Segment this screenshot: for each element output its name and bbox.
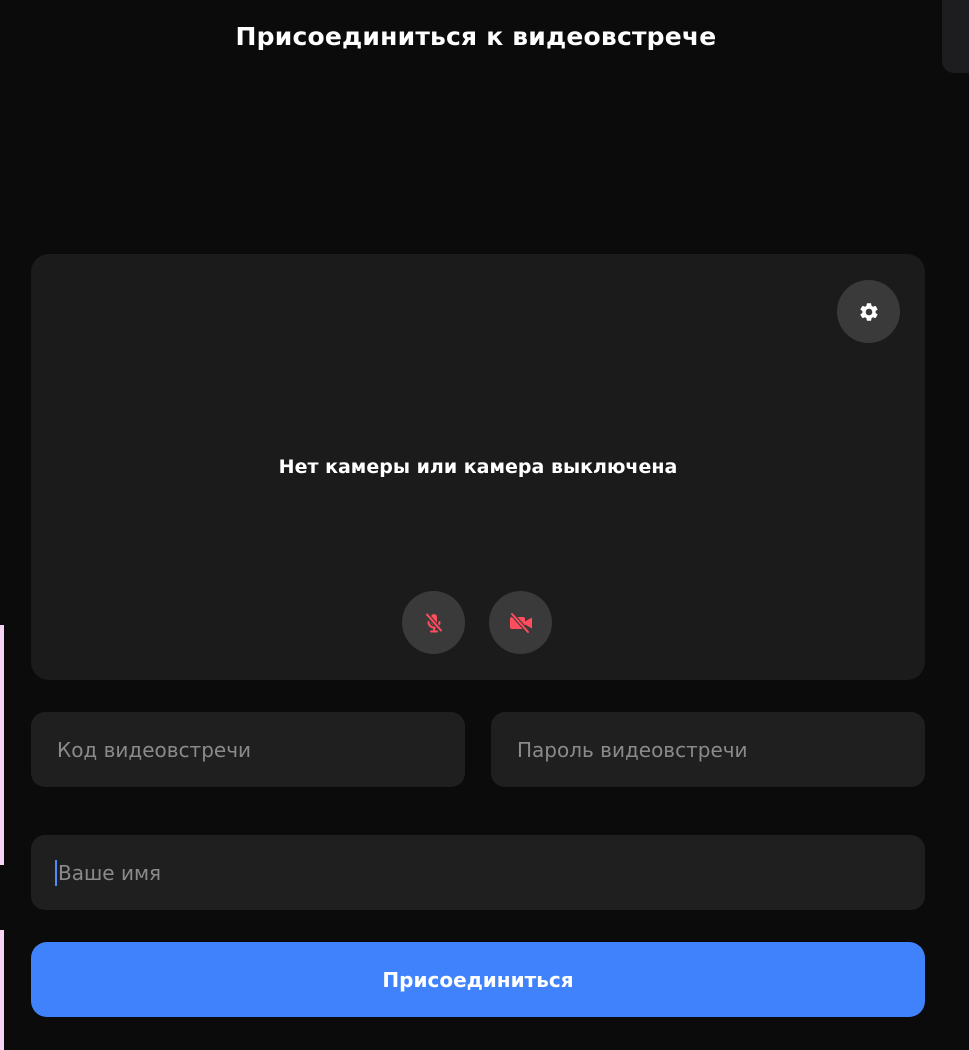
mic-off-icon xyxy=(424,612,443,632)
join-meeting-page: Присоединиться к видеовстрече Нет камеры… xyxy=(0,0,969,1050)
meeting-password-field[interactable] xyxy=(491,712,925,787)
camera-preview: Нет камеры или камера выключена xyxy=(31,254,925,680)
no-camera-message: Нет камеры или камера выключена xyxy=(278,456,678,478)
your-name-input[interactable] xyxy=(58,860,899,885)
background-edge-lower xyxy=(0,930,4,1050)
meeting-code-input[interactable] xyxy=(57,737,439,762)
your-name-field[interactable] xyxy=(31,835,925,910)
settings-button[interactable] xyxy=(837,280,900,343)
gear-icon xyxy=(859,302,878,321)
join-button[interactable]: Присоединиться xyxy=(31,942,925,1017)
text-cursor xyxy=(55,859,57,886)
camera-off-icon xyxy=(509,611,532,634)
toggle-camera-button[interactable] xyxy=(489,591,552,654)
toggle-microphone-button[interactable] xyxy=(402,591,465,654)
meeting-password-input[interactable] xyxy=(517,737,899,762)
meeting-code-field[interactable] xyxy=(31,712,465,787)
page-title: Присоединиться к видеовстрече xyxy=(235,22,717,51)
background-edge xyxy=(0,625,4,865)
